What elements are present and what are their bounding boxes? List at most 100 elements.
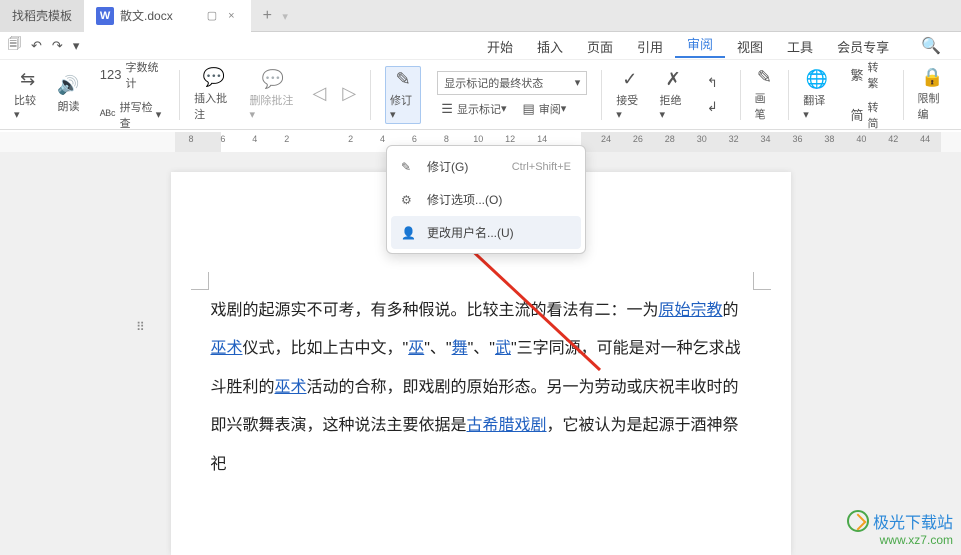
accept-button[interactable]: ✓ 接受 ▾ [616, 69, 643, 121]
reject-icon: ✗ [666, 69, 681, 90]
wordcount-icon: 123 [100, 67, 122, 82]
menu-insert[interactable]: 插入 [525, 37, 575, 56]
tab-restore-icon[interactable]: ▢ [207, 10, 217, 22]
menu-page[interactable]: 页面 [575, 37, 625, 56]
link-wu[interactable]: 巫 [408, 340, 424, 357]
menu-tools[interactable]: 工具 [775, 37, 825, 56]
marks-icon: ☰ [441, 101, 453, 117]
next-comment-button[interactable]: ▷ [342, 83, 356, 106]
restrict-edit-button[interactable]: 🔒 限制编 [917, 67, 947, 122]
delete-comment-button[interactable]: 💬 删除批注 ▾ [249, 69, 296, 121]
word-count-button[interactable]: 123字数统计 [96, 57, 165, 93]
ruler-tick: 30 [686, 134, 718, 144]
margin-corner-icon [191, 272, 209, 290]
ruler-tick [303, 134, 335, 144]
ruler-tick: 32 [718, 134, 750, 144]
next-change-button[interactable]: ↲ [703, 97, 726, 117]
track-changes-button[interactable]: ✎ 修订 ▾ [385, 66, 421, 124]
word-icon: W [96, 7, 114, 25]
link-greek-drama[interactable]: 古希腊戏剧 [467, 417, 547, 434]
comment-delete-icon: 💬 [262, 69, 284, 90]
read-aloud-button[interactable]: 🔊 朗读 [57, 75, 79, 114]
spellcheck-button[interactable]: ᴬᴮᶜ拼写检查 ▾ [96, 97, 165, 133]
link-dance[interactable]: 舞 [452, 340, 468, 357]
prev-icon: ◁ [312, 83, 326, 104]
convert-simplified-button[interactable]: 简转简 [847, 97, 889, 133]
ruler-tick: 28 [654, 134, 686, 144]
convert-traditional-button[interactable]: 繁转繁 [847, 57, 889, 93]
menu-review[interactable]: 审阅 [675, 34, 725, 58]
ruler-tick: 6 [398, 134, 430, 144]
lock-icon: 🔒 [921, 67, 943, 88]
spellcheck-icon: ᴬᴮᶜ [100, 107, 116, 122]
plus-icon: + [263, 7, 272, 24]
site-logo-icon [847, 510, 869, 532]
ribbon: ⇆ 比较 ▾ 🔊 朗读 123字数统计 ᴬᴮᶜ拼写检查 ▾ 💬 插入批注 💬 删… [0, 60, 961, 130]
link-primitive-religion[interactable]: 原始宗教 [659, 302, 723, 319]
ruler-tick: 4 [367, 134, 399, 144]
ruler-tick: 2 [271, 134, 303, 144]
ruler-tick: 24 [590, 134, 622, 144]
compare-icon: ⇆ [20, 69, 35, 90]
review-pane-button[interactable]: ▤审阅 ▾ [518, 99, 570, 119]
ruler-tick: 38 [813, 134, 845, 144]
user-icon: 👤 [401, 226, 419, 240]
pane-icon: ▤ [522, 101, 534, 117]
chevron-down-icon: ▾ [575, 76, 581, 89]
menu-start[interactable]: 开始 [475, 37, 525, 56]
next-icon: ▷ [342, 83, 356, 104]
ruler-tick: 4 [239, 134, 271, 144]
undo-icon[interactable]: ↶ [31, 38, 42, 54]
translate-icon: 🌐 [806, 69, 828, 90]
new-tab-button[interactable]: + ▾ [251, 7, 300, 25]
track-icon: ✎ [401, 160, 419, 174]
translate-button[interactable]: 🌐 翻译 ▾ [803, 69, 830, 121]
ruler-tick: 42 [877, 134, 909, 144]
ruler-tick [558, 134, 590, 144]
track-icon: ✎ [396, 69, 411, 90]
prev-comment-button[interactable]: ◁ [312, 83, 326, 106]
ruler-tick: 36 [782, 134, 814, 144]
accept-icon: ✓ [622, 69, 637, 90]
ruler-tick: 14 [526, 134, 558, 144]
ruler-tick: 44 [909, 134, 941, 144]
read-icon: 🔊 [57, 75, 79, 96]
show-marks-button[interactable]: ☰显示标记 ▾ [437, 99, 510, 119]
tab-close-icon[interactable]: × [228, 10, 234, 22]
save-icon[interactable]: 🗐 [8, 35, 21, 57]
dropdown-track-options[interactable]: ⚙ 修订选项...(O) [391, 183, 581, 216]
comment-add-icon: 💬 [203, 67, 225, 88]
pen-button[interactable]: ✎ 画笔 [755, 67, 775, 122]
menu-reference[interactable]: 引用 [625, 37, 675, 56]
display-state-select[interactable]: 显示标记的最终状态▾ [437, 71, 587, 95]
options-icon: ⚙ [401, 193, 419, 207]
dropdown-track[interactable]: ✎ 修订(G) Ctrl+Shift+E [391, 150, 581, 183]
ruler-tick: 10 [462, 134, 494, 144]
ruler-tick: 6 [207, 134, 239, 144]
link-witchcraft[interactable]: 巫术 [211, 340, 243, 357]
menu-view[interactable]: 视图 [725, 37, 775, 56]
menu-member[interactable]: 会员专享 [825, 37, 901, 56]
dropdown-change-username[interactable]: 👤 更改用户名...(U) [391, 216, 581, 249]
link-witchcraft-2[interactable]: 巫术 [275, 379, 307, 396]
search-icon[interactable]: 🔍 [921, 36, 941, 56]
ruler-tick: 12 [494, 134, 526, 144]
drag-handle-icon[interactable]: ⠿ [136, 320, 146, 334]
redo-icon[interactable]: ↷ [52, 38, 63, 54]
ruler-tick: 34 [750, 134, 782, 144]
tab-document[interactable]: W 散文.docx ▢ × [84, 0, 251, 32]
compare-button[interactable]: ⇆ 比较 ▾ [14, 69, 41, 121]
insert-comment-button[interactable]: 💬 插入批注 [194, 67, 233, 122]
watermark: 极光下载站 www.xz7.com [847, 509, 953, 547]
prev-change-button[interactable]: ↰ [703, 73, 726, 93]
link-martial[interactable]: 武 [495, 340, 511, 357]
ruler-tick: 26 [622, 134, 654, 144]
pen-icon: ✎ [757, 67, 772, 88]
tab-label: 散文.docx [120, 7, 173, 24]
tab-label: 找稻壳模板 [12, 7, 72, 24]
tab-template-store[interactable]: 找稻壳模板 [0, 0, 84, 32]
reject-button[interactable]: ✗ 拒绝 ▾ [660, 69, 687, 121]
next-change-icon: ↲ [707, 99, 718, 115]
qat-dropdown-icon[interactable]: ▾ [73, 38, 80, 54]
paragraph[interactable]: 戏剧的起源实不可考，有多种假说。比较主流的看法有二：一为原始宗教的巫术仪式，比如… [211, 292, 751, 484]
